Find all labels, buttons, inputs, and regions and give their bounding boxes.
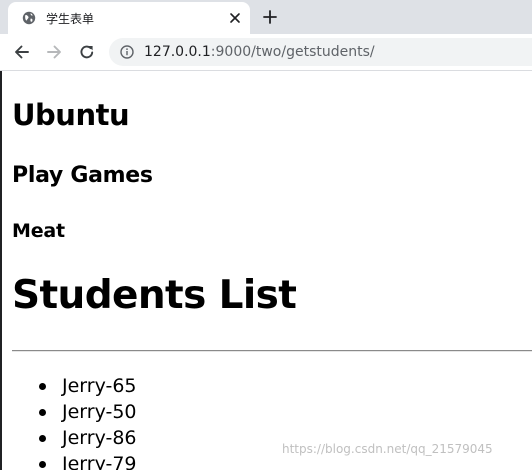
url-path: :9000/two/getstudents/	[210, 44, 375, 60]
list-item: Jerry-79	[2, 451, 137, 470]
url-host: 127.0.0.1	[144, 44, 211, 60]
browser-tab[interactable]: 学生表单	[8, 2, 250, 34]
address-url[interactable]: 127.0.0.1:9000/two/getstudents/	[144, 44, 375, 60]
food-heading: Meat	[12, 220, 65, 242]
watermark-text: https://blog.csdn.net/qq_21579045	[282, 442, 493, 456]
address-bar[interactable]: 127.0.0.1:9000/two/getstudents/	[109, 38, 532, 66]
page-title: Students List	[12, 273, 297, 318]
arrow-right-icon[interactable]	[45, 43, 63, 61]
list-item: Jerry-86	[2, 425, 137, 451]
hobby-heading: Play Games	[12, 163, 153, 188]
page-content: Ubuntu Play Games Meat Students List Jer…	[0, 71, 532, 470]
globe-icon	[22, 11, 36, 25]
student-list: Jerry-65 Jerry-50 Jerry-86 Jerry-79	[2, 373, 137, 470]
reload-icon[interactable]	[78, 43, 96, 61]
arrow-left-icon[interactable]	[13, 43, 31, 61]
horizontal-rule	[12, 350, 532, 352]
tab-title: 学生表单	[46, 12, 95, 26]
plus-icon[interactable]	[262, 9, 278, 25]
tab-strip: 学生表单	[0, 0, 532, 34]
list-item: Jerry-65	[2, 373, 137, 399]
os-heading: Ubuntu	[12, 98, 130, 132]
close-icon[interactable]	[228, 11, 242, 25]
browser-toolbar: 127.0.0.1:9000/two/getstudents/	[0, 34, 532, 71]
list-item: Jerry-50	[2, 399, 137, 425]
info-icon[interactable]	[120, 45, 134, 59]
